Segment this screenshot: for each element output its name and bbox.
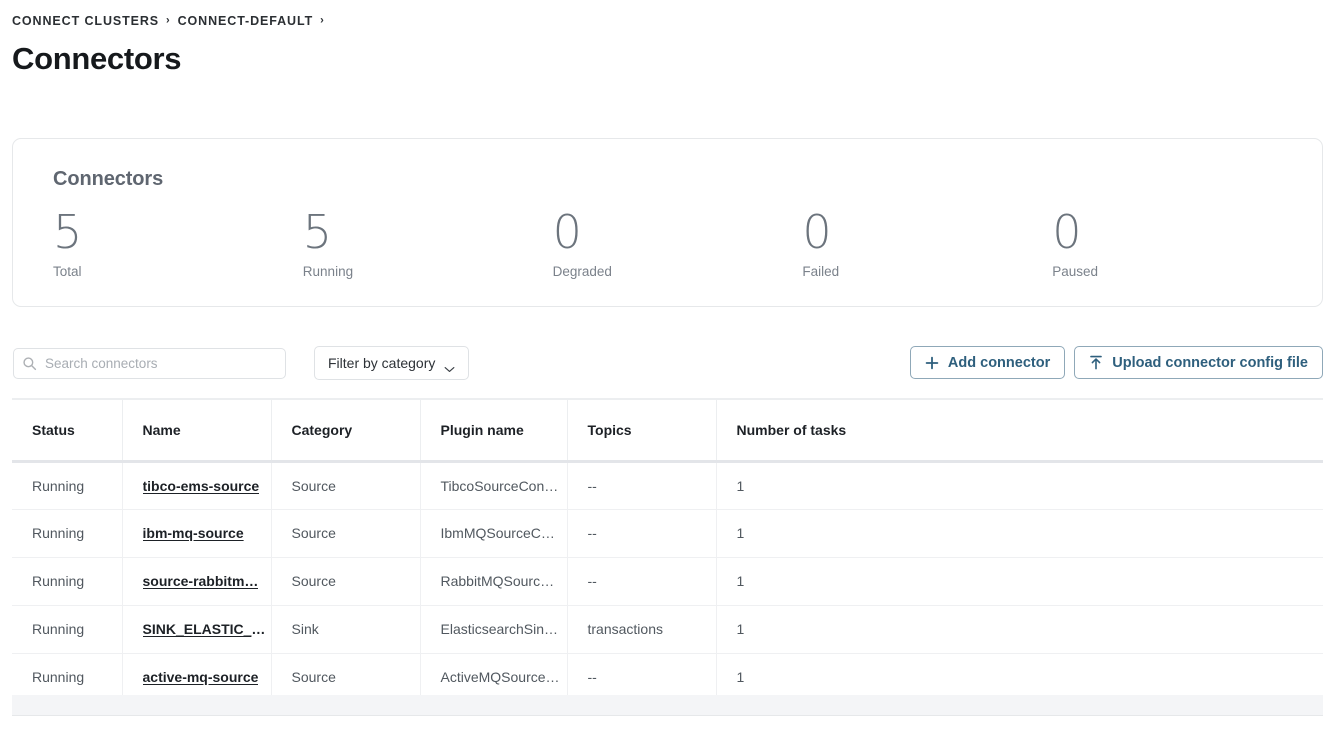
cell-status: Running [12,605,123,654]
cell-category: Sink [271,605,421,654]
table-row[interactable]: Running SINK_ELASTIC_T… Sink Elasticsear… [12,605,1323,654]
add-connector-label: Add connector [947,354,1051,371]
table-body: Running tibco-ems-source Source TibcoSou… [12,461,1323,702]
cell-category: Source [271,509,421,558]
connectors-toolbar: Filter by category Add connector [0,346,1337,380]
cell-topics: -- [567,557,717,606]
cell-plugin-name: IbmMQSourceC… [420,509,568,558]
table-row[interactable]: Running ibm-mq-source Source IbmMQSource… [12,509,1323,558]
cell-topics: -- [567,653,717,702]
breadcrumb-item-connect-default[interactable]: CONNECT-DEFAULT [178,14,314,28]
cell-category: Source [271,557,421,606]
table-footer-bar [12,695,1323,716]
table-row[interactable]: Running source-rabbitm… Source RabbitMQS… [12,557,1323,606]
stat-running-label: Running [302,264,354,279]
stat-degraded-label: Degraded [552,264,612,279]
stat-failed-value: 0 [802,205,832,259]
cell-number-of-tasks: 1 [716,557,1323,606]
page-title: Connectors [12,41,182,76]
stat-failed: 0 Failed [802,204,1052,280]
table-header: Status Name Category Plugin name Topics … [12,398,1323,463]
cell-plugin-name: TibcoSourceCon… [420,461,568,510]
upload-connector-config-label: Upload connector config file [1112,354,1308,371]
breadcrumb-item-connect-clusters[interactable]: CONNECT CLUSTERS [12,14,159,28]
stat-paused: 0 Paused [1052,204,1302,280]
cell-name: ibm-mq-source [122,509,272,558]
summary-stats-row: 5 Total 5 Running 0 Degraded 0 Failed 0 … [53,204,1302,280]
filter-by-category-dropdown[interactable]: Filter by category [314,346,470,380]
cell-topics: -- [567,461,717,510]
chevron-right-icon: › [166,14,171,26]
search-input[interactable] [45,356,277,371]
cell-status: Running [12,557,123,606]
column-header-name[interactable]: Name [122,398,272,463]
column-header-topics[interactable]: Topics [567,398,717,463]
cell-status: Running [12,653,123,702]
stat-paused-value: 0 [1052,205,1082,259]
cell-number-of-tasks: 1 [716,605,1323,654]
cell-status: Running [12,509,123,558]
connectors-page: CONNECT CLUSTERS › CONNECT-DEFAULT › Con… [0,0,1337,735]
plus-icon [925,356,939,370]
column-header-number-of-tasks[interactable]: Number of tasks [716,398,1323,463]
cell-plugin-name: ActiveMQSource… [420,653,568,702]
stat-running-value: 5 [302,205,333,259]
cell-category: Source [271,461,421,510]
stat-running: 5 Running [303,204,553,280]
stat-degraded: 0 Degraded [553,204,803,280]
column-header-status[interactable]: Status [12,398,123,463]
connector-name-link[interactable]: source-rabbitm… [143,573,259,589]
connector-name-link[interactable]: active-mq-source [143,669,259,685]
cell-name: source-rabbitm… [122,557,272,606]
cell-name: SINK_ELASTIC_T… [122,605,272,654]
table-row[interactable]: Running tibco-ems-source Source TibcoSou… [12,461,1323,510]
stat-failed-label: Failed [802,264,840,279]
column-header-plugin-name[interactable]: Plugin name [420,398,568,463]
search-connectors-box[interactable] [13,348,286,379]
connector-name-link[interactable]: tibco-ems-source [143,478,260,494]
stat-total-value: 5 [53,205,83,259]
add-connector-button[interactable]: Add connector [909,346,1066,379]
cell-category: Source [271,653,421,702]
connector-name-link[interactable]: ibm-mq-source [143,525,244,541]
chevron-right-icon: › [320,14,325,26]
stat-total: 5 Total [53,204,303,280]
cell-name: tibco-ems-source [122,461,272,510]
cell-topics: transactions [567,605,717,654]
table-row[interactable]: Running active-mq-source Source ActiveMQ… [12,653,1323,702]
connector-name-link[interactable]: SINK_ELASTIC_T… [143,621,271,637]
column-header-category[interactable]: Category [271,398,421,463]
cell-number-of-tasks: 1 [716,461,1323,510]
connectors-table-wrapper: Status Name Category Plugin name Topics … [12,398,1323,702]
connectors-table: Status Name Category Plugin name Topics … [12,398,1323,702]
cell-topics: -- [567,509,717,558]
filter-by-category-label: Filter by category [328,355,436,371]
stat-degraded-value: 0 [552,205,582,259]
cell-number-of-tasks: 1 [716,509,1323,558]
cell-name: active-mq-source [122,653,272,702]
summary-card-title: Connectors [53,168,164,190]
stat-total-label: Total [53,264,82,279]
search-icon [22,356,37,371]
table-header-row: Status Name Category Plugin name Topics … [12,398,1323,463]
connector-actions: Add connector Upload connector config fi… [909,346,1323,379]
cell-plugin-name: ElasticsearchSin… [420,605,568,654]
stat-paused-label: Paused [1052,264,1098,279]
cell-status: Running [12,461,123,510]
cell-plugin-name: RabbitMQSourc… [420,557,568,606]
upload-icon [1089,355,1103,370]
chevron-down-icon [444,360,455,372]
upload-connector-config-button[interactable]: Upload connector config file [1074,346,1323,379]
connectors-summary-card: Connectors 5 Total 5 Running 0 Degraded … [12,138,1323,307]
breadcrumb: CONNECT CLUSTERS › CONNECT-DEFAULT › [12,14,325,28]
cell-number-of-tasks: 1 [716,653,1323,702]
